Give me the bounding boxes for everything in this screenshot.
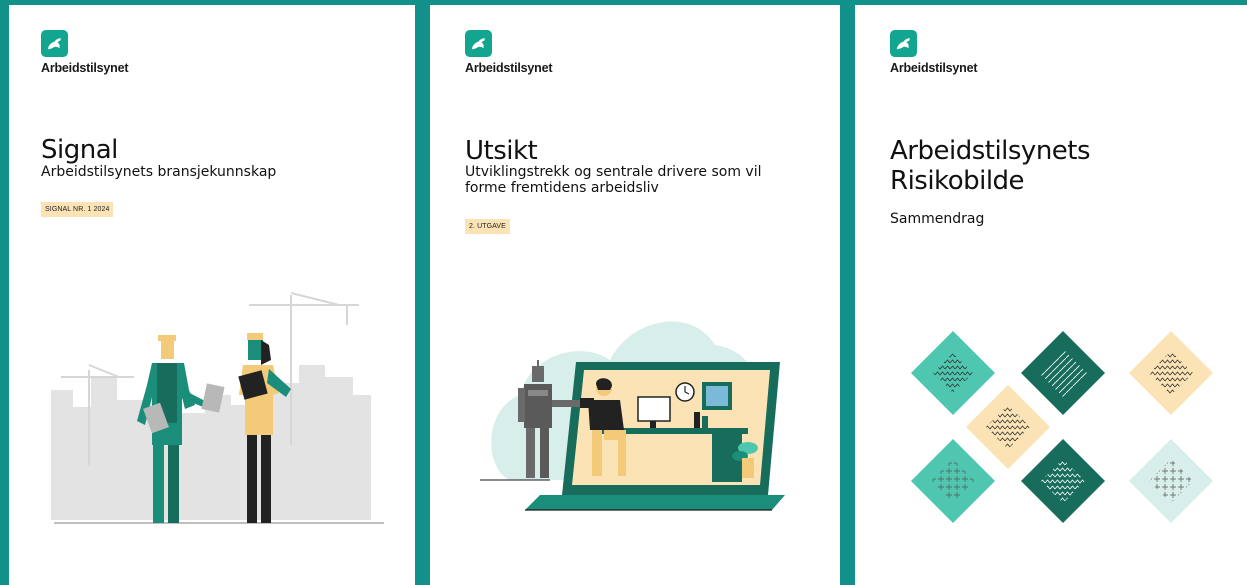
brand-logo: Arbeidstilsynet [890,30,978,75]
cover-subtitle: Utviklingstrekk og sentrale drivere som … [465,164,762,196]
diamond-pattern-illustration [911,331,1213,523]
utsikt-cover[interactable]: Arbeidstilsynet Utsikt Utviklingstrekk o… [430,5,840,585]
laptop-robot-illustration [480,321,785,511]
edition-badge: 2. UTGAVE [465,219,510,234]
cover-title: Signal [41,135,118,165]
cover-title: Utsikt [465,136,538,166]
lion-logo-icon [890,30,917,57]
construction-workers-illustration [51,292,384,524]
cover-title: Arbeidstilsynets Risikobilde [890,136,1091,196]
diamond-tile [911,331,995,415]
issue-badge: SIGNAL NR. 1 2024 [41,202,114,217]
brand-logo: Arbeidstilsynet [41,30,129,75]
risikobilde-cover[interactable]: Arbeidstilsynet Arbeidstilsynets Risikob… [855,5,1247,585]
cover-subtitle: Sammendrag [890,211,985,227]
diamond-tile [911,439,995,523]
diamond-tile [1021,331,1105,415]
lion-logo-icon [41,30,68,57]
brand-name: Arbeidstilsynet [890,61,978,75]
diamond-tile [1129,439,1213,523]
monitor-icon [637,396,671,422]
diamond-tile [1021,439,1105,523]
brand-name: Arbeidstilsynet [465,61,553,75]
signal-cover[interactable]: Arbeidstilsynet Signal Arbeidstilsynets … [9,5,415,585]
brand-name: Arbeidstilsynet [41,61,129,75]
diamond-tile [1129,331,1213,415]
cover-subtitle: Arbeidstilsynets bransjekunnskap [41,164,277,180]
diamond-tile [966,385,1050,469]
lion-logo-icon [465,30,492,57]
brand-logo: Arbeidstilsynet [465,30,553,75]
